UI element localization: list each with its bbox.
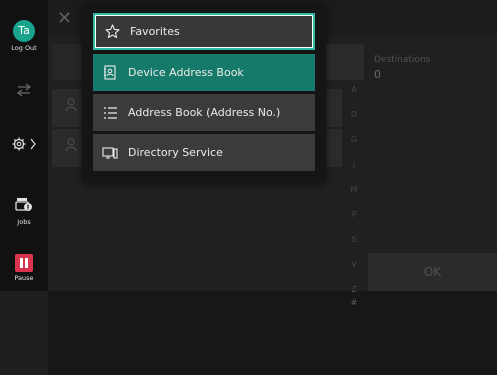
numbered-list-icon bbox=[102, 105, 118, 121]
left-rail: Ta Log Out Interrupt Jobs Pause bbox=[0, 0, 497, 375]
gear-icon bbox=[12, 137, 36, 151]
menu-item-directory-service[interactable]: Directory Service bbox=[93, 134, 315, 171]
menu-item-label: Address Book (Address No.) bbox=[128, 106, 281, 119]
address-book-icon bbox=[102, 65, 118, 81]
jobs-button[interactable]: Jobs bbox=[0, 196, 48, 226]
directory-server-icon bbox=[102, 145, 118, 161]
pause-button[interactable]: Pause bbox=[0, 254, 48, 282]
menu-item-address-book-number[interactable]: Address Book (Address No.) bbox=[93, 94, 315, 131]
logout-button[interactable]: Ta Log Out bbox=[0, 20, 48, 52]
menu-item-label: Favorites bbox=[130, 25, 180, 38]
pause-label: Pause bbox=[14, 274, 34, 282]
logout-label: Log Out bbox=[11, 44, 37, 52]
star-outline-icon bbox=[104, 24, 120, 40]
jobs-label: Jobs bbox=[17, 218, 31, 226]
menu-item-device-address-book[interactable]: Device Address Book bbox=[93, 54, 315, 91]
user-avatar: Ta bbox=[13, 20, 35, 42]
interrupt-button[interactable]: Interrupt bbox=[0, 82, 497, 375]
menu-item-label: Directory Service bbox=[128, 146, 223, 159]
pause-icon bbox=[15, 254, 33, 272]
jobs-icon bbox=[15, 198, 32, 211]
settings-button[interactable] bbox=[0, 136, 48, 156]
interrupt-icon bbox=[17, 83, 31, 97]
address-source-menu: Favorites Device Address Book Address Bo… bbox=[82, 2, 326, 182]
menu-item-favorites[interactable]: Favorites bbox=[93, 13, 315, 50]
index-letter[interactable]: # bbox=[347, 297, 361, 310]
menu-item-label: Device Address Book bbox=[128, 66, 244, 79]
